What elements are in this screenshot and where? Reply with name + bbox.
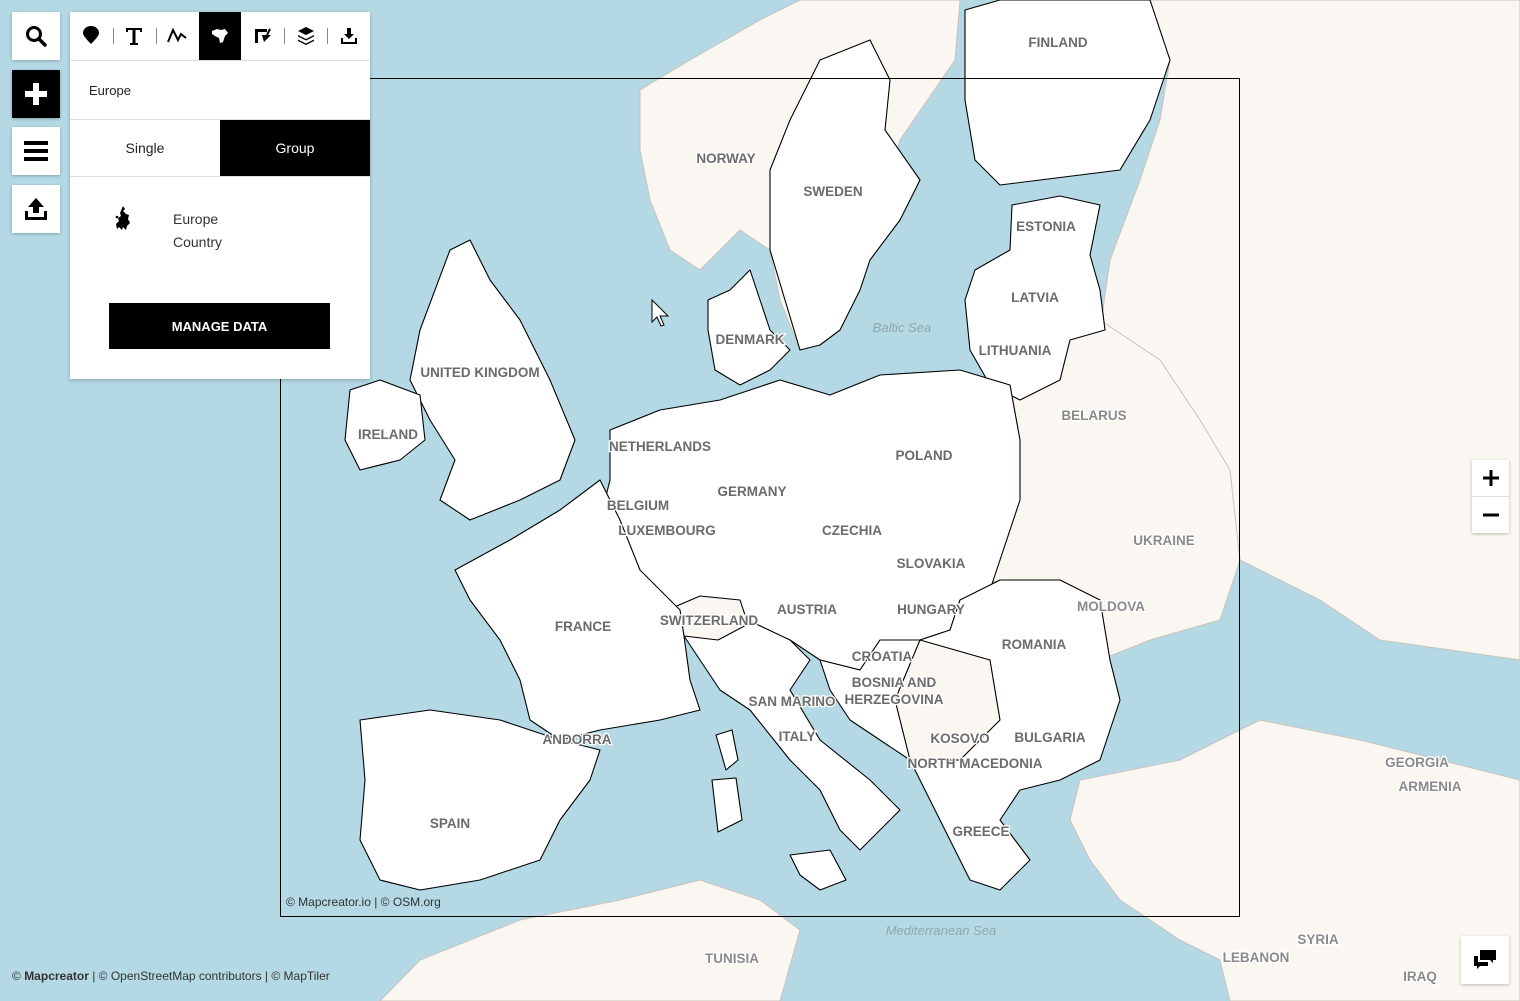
attribution-links[interactable]: | © OpenStreetMap contributors | © MapTi…: [89, 969, 330, 983]
label-bosnia-2: HERZEGOVINA: [844, 692, 943, 707]
label-san-marino: SAN MARINO: [749, 694, 836, 709]
tool-line[interactable]: [155, 12, 199, 60]
tool-country[interactable]: [198, 12, 242, 60]
upload-icon: [25, 198, 47, 220]
add-button[interactable]: [12, 70, 60, 118]
chat-button[interactable]: [1461, 936, 1509, 984]
label-bosnia-1: BOSNIA AND: [852, 675, 937, 690]
map-attribution-outer: © Mapcreator | © OpenStreetMap contribut…: [12, 969, 330, 983]
label-croatia: CROATIA: [852, 649, 913, 664]
text-icon: [126, 28, 143, 45]
country-icon: [212, 29, 228, 43]
tool-download[interactable]: [327, 12, 370, 60]
label-estonia: ESTONIA: [1016, 219, 1076, 234]
plus-icon: [1482, 470, 1499, 486]
label-syria: SYRIA: [1297, 932, 1339, 947]
label-finland: FINLAND: [1028, 35, 1087, 50]
label-latvia: LATVIA: [1011, 290, 1059, 305]
marker-icon: [83, 26, 100, 44]
label-mediterranean-sea: Mediterranean Sea: [886, 923, 997, 938]
label-iraq: IRAQ: [1403, 969, 1437, 984]
layer-subtitle: Country: [173, 234, 223, 250]
label-sweden: SWEDEN: [803, 184, 862, 199]
mode-group-button[interactable]: Group: [220, 120, 370, 176]
label-greece: GREECE: [952, 824, 1009, 839]
label-kosovo: KOSOVO: [930, 731, 989, 746]
label-france: FRANCE: [555, 619, 611, 634]
map-attribution-inner: © Mapcreator.io | © OSM.org: [286, 895, 441, 909]
label-italy: ITALY: [779, 729, 816, 744]
label-spain: SPAIN: [430, 816, 470, 831]
zoom-in-button[interactable]: [1472, 460, 1509, 496]
search-icon: [26, 26, 47, 47]
label-tunisia: TUNISIA: [705, 951, 759, 966]
label-belarus: BELARUS: [1061, 408, 1126, 423]
layer-name-value: Europe: [89, 82, 131, 98]
label-hungary: HUNGARY: [897, 602, 965, 617]
download-icon: [340, 28, 357, 44]
layer-item[interactable]: Europe Country: [70, 177, 370, 287]
label-netherlands: NETHERLANDS: [609, 439, 711, 454]
label-baltic-sea: Baltic Sea: [873, 320, 932, 335]
search-button[interactable]: [12, 12, 60, 60]
label-armenia: ARMENIA: [1399, 779, 1462, 794]
layer-panel: Europe Single Group Europe Country MANAG…: [70, 12, 370, 379]
label-denmark: DENMARK: [716, 332, 785, 347]
tool-bar: [70, 12, 370, 61]
mode-single-button[interactable]: Single: [70, 120, 220, 176]
mode-toggle: Single Group: [70, 120, 370, 177]
label-uk: UNITED KINGDOM: [420, 365, 539, 380]
zoom-control: [1472, 460, 1509, 533]
manage-data-button[interactable]: MANAGE DATA: [109, 303, 330, 349]
layer-name-field[interactable]: Europe: [70, 61, 370, 120]
label-ireland: IRELAND: [358, 427, 418, 442]
chat-icon: [1474, 950, 1496, 969]
label-lebanon: LEBANON: [1223, 950, 1290, 965]
tool-text[interactable]: [112, 12, 156, 60]
label-bulgaria: BULGARIA: [1014, 730, 1085, 745]
add-icon: [25, 83, 47, 105]
label-austria: AUSTRIA: [777, 602, 837, 617]
line-icon: [167, 27, 187, 43]
label-ukraine: UKRAINE: [1133, 533, 1195, 548]
label-slovakia: SLOVAKIA: [897, 556, 966, 571]
menu-button[interactable]: [12, 127, 60, 175]
zoom-out-button[interactable]: [1472, 496, 1509, 533]
minus-icon: [1482, 513, 1499, 517]
label-north-macedonia: NORTH MACEDONIA: [908, 756, 1043, 771]
tool-marker[interactable]: [70, 12, 113, 60]
menu-icon: [24, 141, 48, 161]
label-poland: POLAND: [896, 448, 953, 463]
layer-title: Europe: [173, 211, 219, 227]
area-icon: [254, 28, 271, 43]
label-switzerland: SWITZERLAND: [660, 613, 758, 628]
tool-layers[interactable]: [284, 12, 327, 60]
mapcreator-link[interactable]: Mapcreator: [24, 969, 89, 983]
label-germany: GERMANY: [717, 484, 786, 499]
europe-thumbnail-icon: [115, 206, 130, 230]
label-belgium: BELGIUM: [607, 498, 669, 513]
label-moldova: MOLDOVA: [1077, 599, 1145, 614]
label-romania: ROMANIA: [1002, 637, 1067, 652]
layers-icon: [297, 27, 314, 45]
label-lithuania: LITHUANIA: [979, 343, 1052, 358]
label-andorra: ANDORRA: [543, 732, 612, 747]
label-czechia: CZECHIA: [822, 523, 882, 538]
label-georgia: GEORGIA: [1385, 755, 1449, 770]
label-luxembourg: LUXEMBOURG: [618, 523, 716, 538]
upload-button[interactable]: [12, 185, 60, 233]
label-norway: NORWAY: [696, 151, 755, 166]
tool-area[interactable]: [241, 12, 284, 60]
